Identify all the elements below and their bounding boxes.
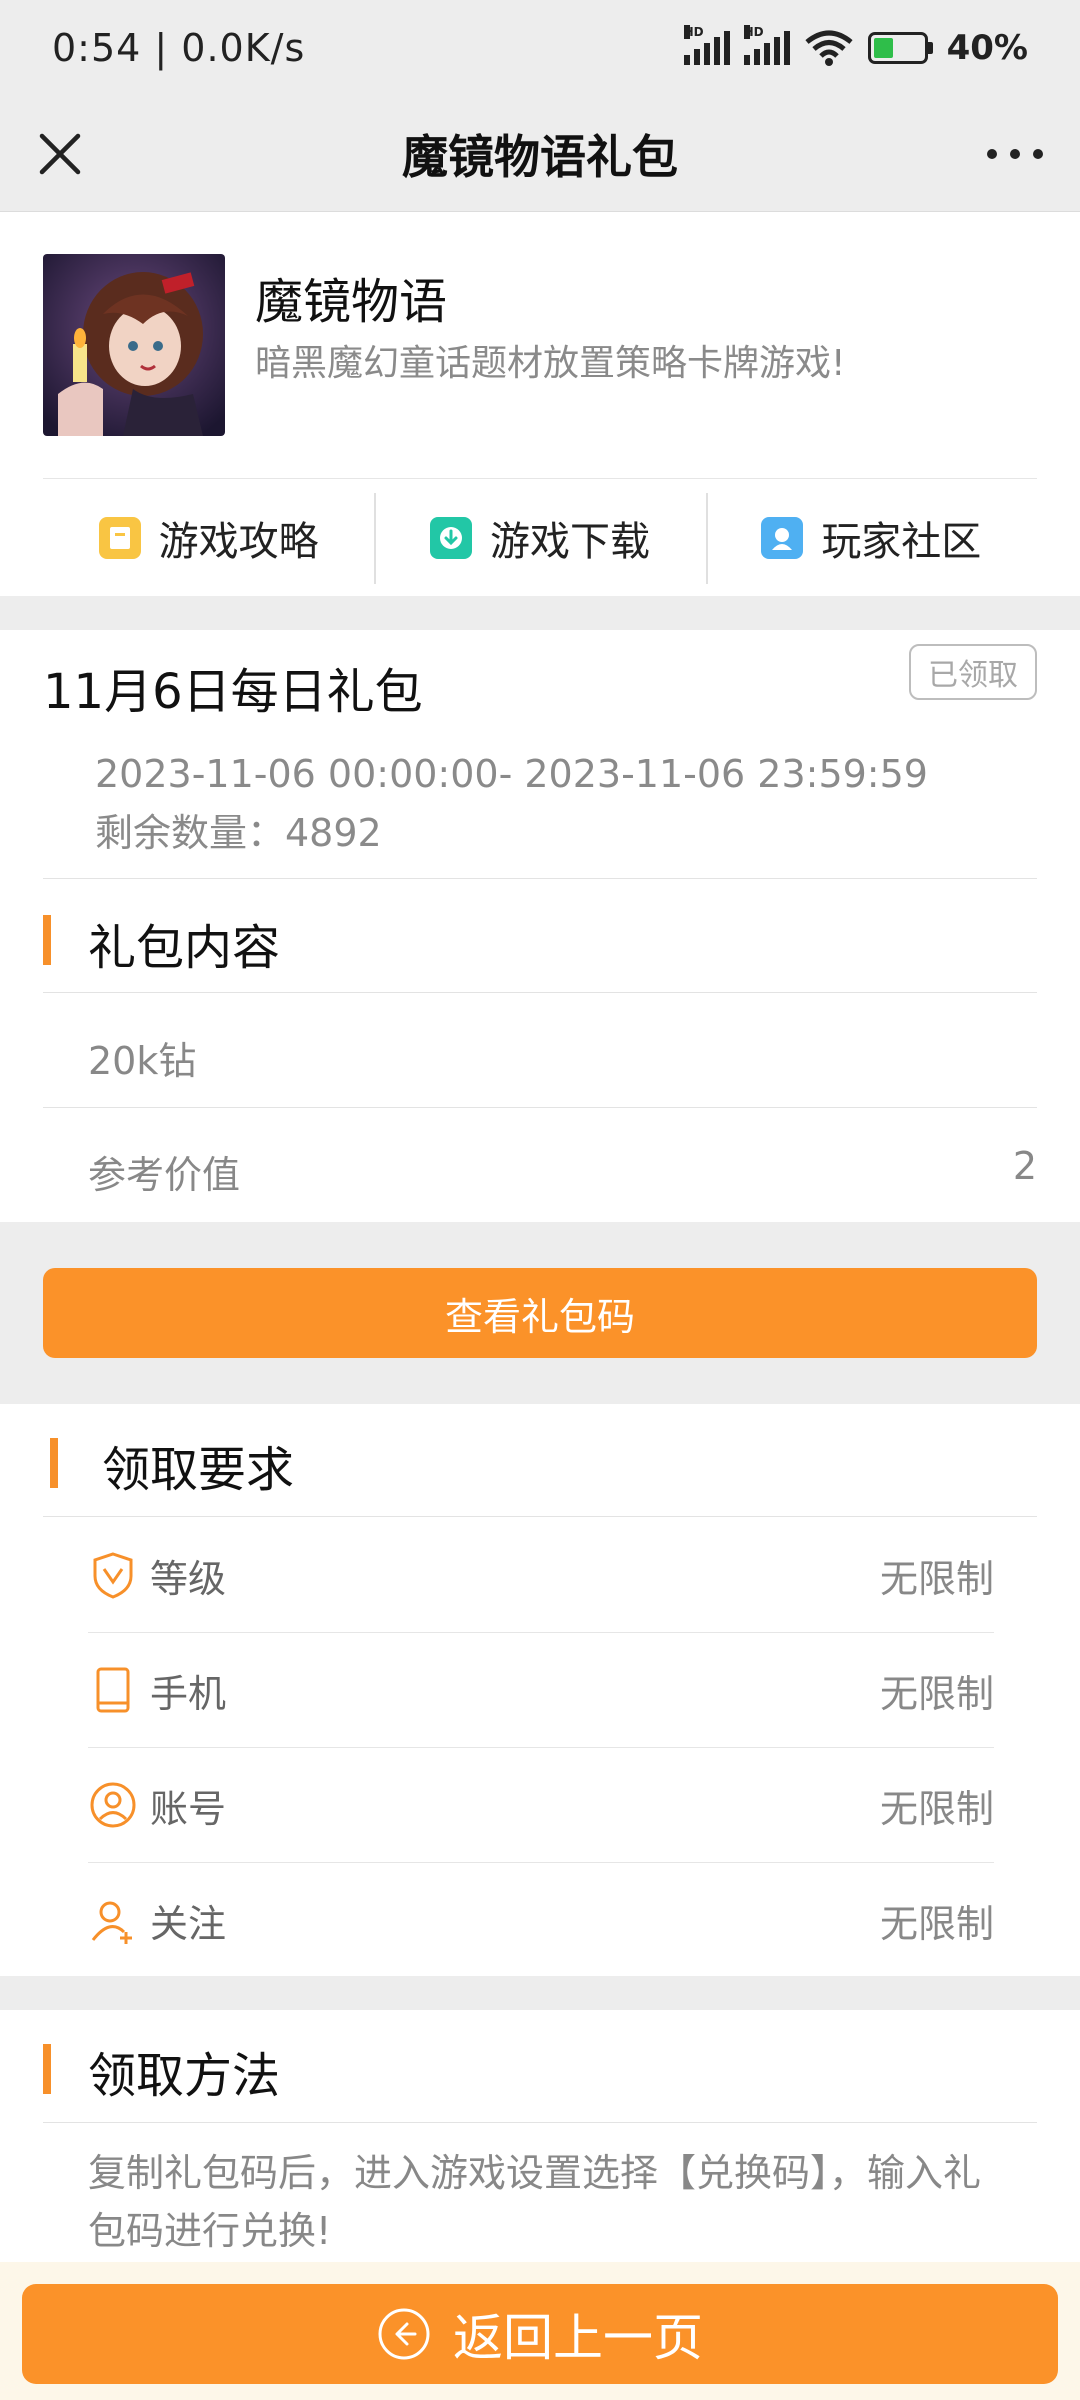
battery-percent: 40% xyxy=(946,28,1028,68)
claimed-status-badge: 已领取 xyxy=(909,644,1037,700)
divider xyxy=(43,1107,1037,1108)
gift-remaining-count: 剩余数量：4892 xyxy=(95,811,382,855)
requirement-row-account: 账号 无限制 xyxy=(88,1748,994,1863)
top-nav-bar: 魔镜物语礼包 xyxy=(0,96,1080,212)
download-icon xyxy=(429,516,472,559)
status-icons: HD HD 40% xyxy=(683,25,1028,68)
gift-content-section-title: 礼包内容 xyxy=(88,920,281,976)
guide-icon xyxy=(98,516,141,559)
view-code-area: 查看礼包码 xyxy=(0,1222,1080,1404)
reference-value-label: 参考价值 xyxy=(88,1153,241,1197)
signal-hd-label: HD xyxy=(743,25,764,39)
requirement-row-level: 等级 无限制 xyxy=(88,1518,994,1633)
requirement-label: 关注 xyxy=(150,1902,227,1946)
requirement-label: 账号 xyxy=(150,1786,227,1831)
claim-method-card: 领取方法 复制礼包码后，进入游戏设置选择【兑换码】，输入礼包码进行兑换! xyxy=(0,2010,1080,2268)
divider xyxy=(43,1516,1037,1517)
requirement-value: 无限制 xyxy=(879,1556,994,1601)
requirement-row-phone: 手机 无限制 xyxy=(88,1633,994,1748)
game-download-link[interactable]: 游戏下载 xyxy=(374,479,705,596)
gift-detail-card: 11月6日每日礼包 已领取 2023-11-06 00:00:00- 2023-… xyxy=(0,630,1080,1222)
signal-hd-label: HD xyxy=(683,25,704,39)
status-bar: 0:54 | 0.0K/s HD HD 40% xyxy=(0,0,1080,96)
section-accent-bar xyxy=(50,1438,58,1488)
phone-icon xyxy=(96,1667,130,1713)
requirement-label: 手机 xyxy=(150,1671,227,1716)
gift-title: 11月6日每日礼包 xyxy=(43,664,423,720)
reference-value: 2 xyxy=(1012,1144,1037,1188)
game-links-bar: 游戏攻略 游戏下载 玩家社区 xyxy=(43,478,1037,596)
method-section-title: 领取方法 xyxy=(88,2048,281,2104)
gift-time-range: 2023-11-06 00:00:00- 2023-11-06 23:59:59 xyxy=(95,752,928,796)
shield-v-icon xyxy=(93,1552,133,1599)
signal-icon: HD xyxy=(743,25,790,65)
game-guide-label: 游戏攻略 xyxy=(158,518,319,565)
more-options-icon[interactable] xyxy=(980,124,1050,184)
requirement-value: 无限制 xyxy=(879,1671,994,1716)
requirement-value: 无限制 xyxy=(879,1902,994,1946)
back-button[interactable]: 返回上一页 xyxy=(22,2284,1058,2384)
bottom-action-bar: 返回上一页 xyxy=(0,2262,1080,2400)
section-accent-bar xyxy=(43,915,51,965)
requirement-value: 无限制 xyxy=(879,1786,994,1831)
battery-icon xyxy=(867,32,933,64)
game-info-card: 魔镜物语 暗黑魔幻童话题材放置策略卡牌游戏! 游戏攻略 游戏下载 玩家社区 xyxy=(0,212,1080,596)
game-description: 暗黑魔幻童话题材放置策略卡牌游戏! xyxy=(255,343,846,384)
page-title: 魔镜物语礼包 xyxy=(402,129,678,184)
game-guide-link[interactable]: 游戏攻略 xyxy=(43,479,374,596)
requirement-row-follow: 关注 无限制 xyxy=(88,1863,994,1978)
view-gift-code-button[interactable]: 查看礼包码 xyxy=(43,1268,1037,1358)
wifi-icon xyxy=(805,30,853,66)
user-add-icon xyxy=(91,1901,132,1944)
requirements-section-title: 领取要求 xyxy=(102,1442,295,1498)
user-circle-icon xyxy=(90,1782,136,1828)
section-accent-bar xyxy=(43,2044,51,2094)
requirement-label: 等级 xyxy=(150,1556,227,1601)
close-icon[interactable] xyxy=(30,124,90,184)
battery-fill xyxy=(873,38,893,58)
divider xyxy=(43,992,1037,993)
gift-content-item: 20k钻 xyxy=(88,1039,197,1083)
player-community-link[interactable]: 玩家社区 xyxy=(705,479,1037,596)
game-icon-image[interactable] xyxy=(43,254,225,436)
game-download-label: 游戏下载 xyxy=(489,518,650,565)
community-icon xyxy=(761,516,804,559)
game-name: 魔镜物语 xyxy=(255,274,448,330)
signal-icon: HD xyxy=(683,25,730,65)
requirements-card: 领取要求 等级 无限制 手机 无限制 账号 无限制 关注 无限制 xyxy=(0,1404,1080,1976)
back-button-label: 返回上一页 xyxy=(453,2310,703,2366)
method-description: 复制礼包码后，进入游戏设置选择【兑换码】，输入礼包码进行兑换! xyxy=(88,2151,982,2253)
divider xyxy=(43,2122,1037,2123)
status-time-speed: 0:54 | 0.0K/s xyxy=(52,26,306,70)
back-arrow-circle-icon xyxy=(378,2308,430,2360)
divider xyxy=(43,878,1037,879)
player-community-label: 玩家社区 xyxy=(821,518,982,565)
